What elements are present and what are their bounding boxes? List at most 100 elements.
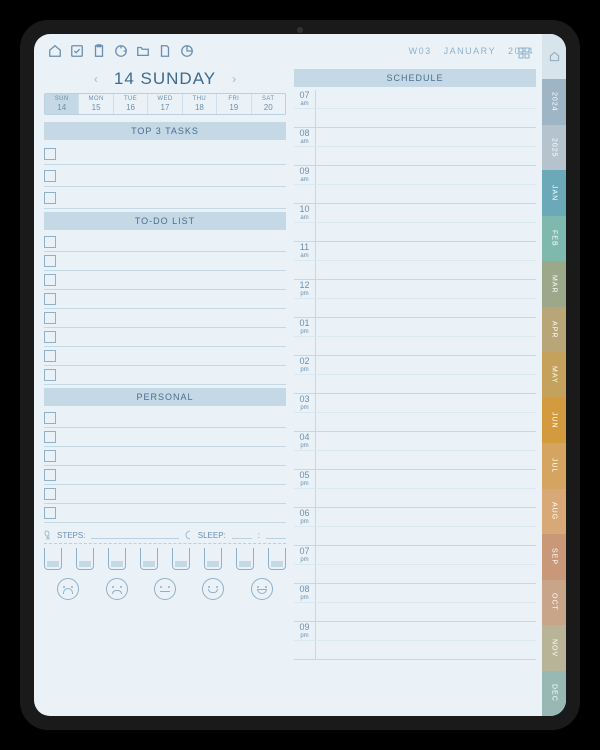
schedule-row[interactable]: 02pm bbox=[294, 356, 536, 375]
checkbox[interactable] bbox=[44, 331, 56, 343]
week-day[interactable]: THU18 bbox=[183, 94, 217, 114]
water-glass[interactable] bbox=[108, 548, 126, 570]
check-icon[interactable] bbox=[70, 44, 84, 63]
mood-face[interactable] bbox=[57, 578, 79, 600]
water-glass[interactable] bbox=[76, 548, 94, 570]
month-name[interactable]: JANUARY bbox=[444, 46, 496, 56]
mood-face[interactable] bbox=[202, 578, 224, 600]
checklist-row[interactable] bbox=[44, 428, 286, 447]
schedule-row[interactable] bbox=[294, 223, 536, 242]
water-tracker[interactable] bbox=[44, 544, 286, 574]
schedule-row[interactable] bbox=[294, 413, 536, 432]
schedule-row[interactable]: 07am bbox=[294, 90, 536, 109]
schedule-row[interactable] bbox=[294, 147, 536, 166]
schedule-row[interactable]: 12pm bbox=[294, 280, 536, 299]
checklist-row[interactable] bbox=[44, 466, 286, 485]
water-glass[interactable] bbox=[44, 548, 62, 570]
schedule-row[interactable]: 08am bbox=[294, 128, 536, 147]
tab-jun[interactable]: JUN bbox=[542, 398, 566, 443]
week-day[interactable]: SAT20 bbox=[252, 94, 285, 114]
tab-dec[interactable]: DEC bbox=[542, 671, 566, 716]
tab-nov[interactable]: NOV bbox=[542, 625, 566, 670]
tab-home[interactable] bbox=[542, 34, 566, 79]
schedule-row[interactable] bbox=[294, 337, 536, 356]
target-icon[interactable] bbox=[114, 44, 128, 63]
week-day[interactable]: FRI19 bbox=[217, 94, 251, 114]
tab-jan[interactable]: JAN bbox=[542, 170, 566, 215]
checkbox[interactable] bbox=[44, 192, 56, 204]
tab-2025[interactable]: 2025 bbox=[542, 125, 566, 170]
schedule-row[interactable]: 10am bbox=[294, 204, 536, 223]
schedule-row[interactable] bbox=[294, 185, 536, 204]
checklist-row[interactable] bbox=[44, 187, 286, 209]
tab-2024[interactable]: 2024 bbox=[542, 79, 566, 124]
schedule-row[interactable]: 06pm bbox=[294, 508, 536, 527]
week-day[interactable]: WED17 bbox=[148, 94, 182, 114]
checkbox[interactable] bbox=[44, 369, 56, 381]
tab-oct[interactable]: OCT bbox=[542, 580, 566, 625]
schedule-row[interactable] bbox=[294, 261, 536, 280]
checklist-row[interactable] bbox=[44, 233, 286, 252]
mood-tracker[interactable] bbox=[44, 574, 286, 600]
checklist-row[interactable] bbox=[44, 165, 286, 187]
checklist-row[interactable] bbox=[44, 409, 286, 428]
tab-mar[interactable]: MAR bbox=[542, 261, 566, 306]
tab-jul[interactable]: JUL bbox=[542, 443, 566, 488]
checkbox[interactable] bbox=[44, 412, 56, 424]
checkbox[interactable] bbox=[44, 170, 56, 182]
folder-icon[interactable] bbox=[136, 44, 150, 63]
checkbox[interactable] bbox=[44, 148, 56, 160]
checkbox[interactable] bbox=[44, 469, 56, 481]
schedule-row[interactable]: 07pm bbox=[294, 546, 536, 565]
schedule-row[interactable] bbox=[294, 451, 536, 470]
prev-day[interactable]: ‹ bbox=[94, 72, 98, 86]
checklist-row[interactable] bbox=[44, 143, 286, 165]
home-icon[interactable] bbox=[48, 44, 62, 63]
clipboard-icon[interactable] bbox=[92, 44, 106, 63]
checklist-row[interactable] bbox=[44, 347, 286, 366]
checkbox[interactable] bbox=[44, 312, 56, 324]
checklist-row[interactable] bbox=[44, 290, 286, 309]
water-glass[interactable] bbox=[140, 548, 158, 570]
schedule-row[interactable]: 09pm bbox=[294, 622, 536, 641]
checklist-row[interactable] bbox=[44, 366, 286, 385]
schedule-row[interactable] bbox=[294, 375, 536, 394]
checklist-row[interactable] bbox=[44, 271, 286, 290]
checklist-row[interactable] bbox=[44, 252, 286, 271]
week-day[interactable]: MON15 bbox=[79, 94, 113, 114]
mood-face[interactable] bbox=[251, 578, 273, 600]
tab-aug[interactable]: AUG bbox=[542, 489, 566, 534]
schedule-row[interactable]: 01pm bbox=[294, 318, 536, 337]
grid-icon[interactable] bbox=[518, 46, 530, 64]
week-number[interactable]: W03 bbox=[409, 46, 432, 56]
schedule-row[interactable] bbox=[294, 489, 536, 508]
checkbox[interactable] bbox=[44, 274, 56, 286]
note-icon[interactable] bbox=[158, 44, 172, 63]
schedule-row[interactable]: 09am bbox=[294, 166, 536, 185]
schedule-row[interactable] bbox=[294, 603, 536, 622]
mood-face[interactable] bbox=[106, 578, 128, 600]
water-glass[interactable] bbox=[172, 548, 190, 570]
schedule-row[interactable]: 11am bbox=[294, 242, 536, 261]
schedule-row[interactable]: 03pm bbox=[294, 394, 536, 413]
checklist-row[interactable] bbox=[44, 485, 286, 504]
schedule-row[interactable] bbox=[294, 641, 536, 660]
schedule-row[interactable] bbox=[294, 299, 536, 318]
next-day[interactable]: › bbox=[232, 72, 236, 86]
checkbox[interactable] bbox=[44, 488, 56, 500]
schedule-row[interactable] bbox=[294, 527, 536, 546]
mood-face[interactable] bbox=[154, 578, 176, 600]
schedule-row[interactable]: 04pm bbox=[294, 432, 536, 451]
schedule-row[interactable] bbox=[294, 109, 536, 128]
water-glass[interactable] bbox=[204, 548, 222, 570]
checkbox[interactable] bbox=[44, 236, 56, 248]
water-glass[interactable] bbox=[268, 548, 286, 570]
checkbox[interactable] bbox=[44, 293, 56, 305]
week-day[interactable]: SUN14 bbox=[45, 94, 79, 114]
checkbox[interactable] bbox=[44, 255, 56, 267]
checkbox[interactable] bbox=[44, 431, 56, 443]
checklist-row[interactable] bbox=[44, 328, 286, 347]
checkbox[interactable] bbox=[44, 450, 56, 462]
checklist-row[interactable] bbox=[44, 447, 286, 466]
chart-icon[interactable] bbox=[180, 44, 194, 63]
